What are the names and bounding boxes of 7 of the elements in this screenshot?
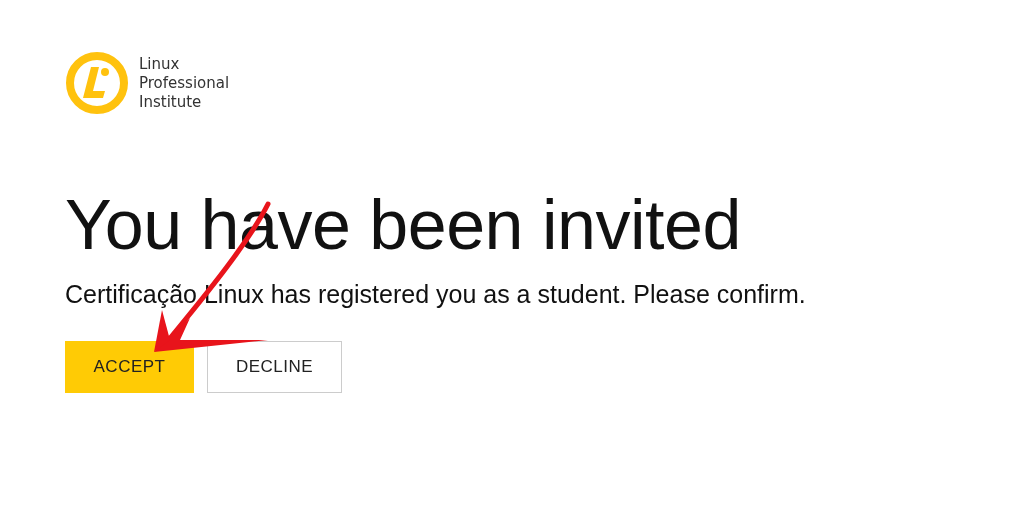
decline-button[interactable]: DECLINE	[207, 341, 342, 393]
logo-text: Linux	[139, 54, 181, 74]
logo-text: Professional	[139, 73, 230, 93]
logo-text: Institute	[139, 92, 203, 112]
logo-icon	[65, 51, 129, 115]
invitation-message: Certificação Linux has registered you as a student. Please confirm.	[65, 279, 807, 309]
accept-button[interactable]: ACCEPT	[65, 341, 194, 393]
